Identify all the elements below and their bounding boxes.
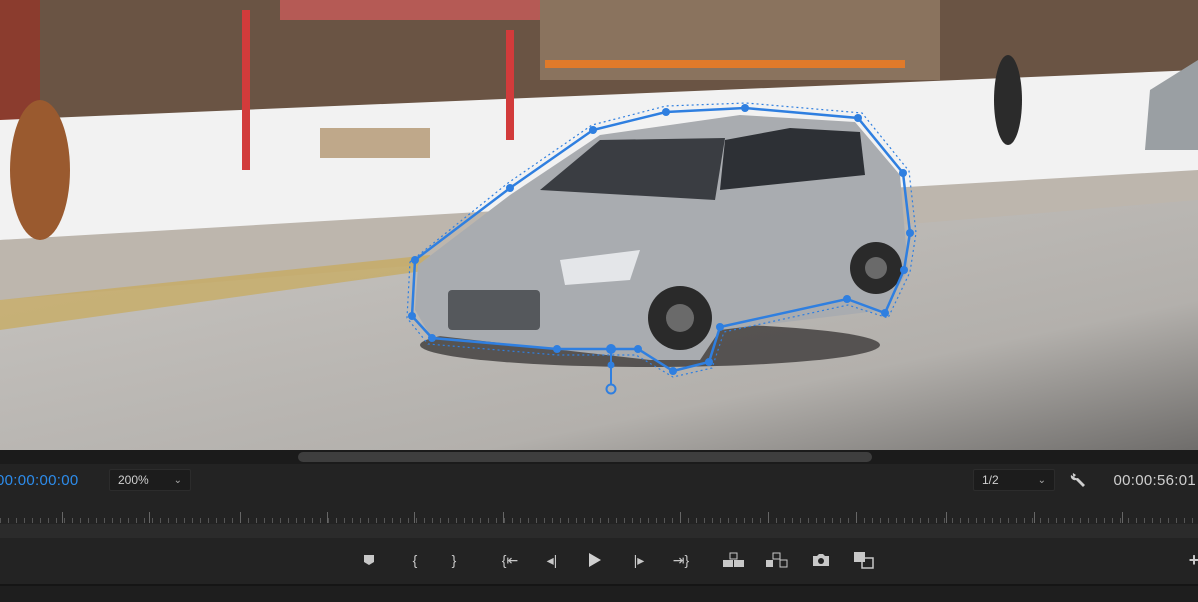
- button-editor-add-button[interactable]: +: [1182, 548, 1198, 572]
- go-to-in-button[interactable]: {⇤: [498, 548, 522, 572]
- video-frame: [0, 0, 1198, 450]
- zoom-level-value: 200%: [118, 473, 149, 487]
- scrub-bar[interactable]: [0, 524, 1198, 538]
- program-monitor-video[interactable]: [0, 0, 1198, 450]
- step-back-button[interactable]: ◂|: [540, 548, 564, 572]
- go-to-out-button[interactable]: ⇥}: [669, 548, 693, 572]
- lift-button[interactable]: [722, 548, 746, 572]
- play-button[interactable]: [583, 548, 607, 572]
- wrench-icon[interactable]: [1069, 470, 1089, 490]
- chevron-down-icon: ⌄: [1037, 474, 1046, 486]
- transport-controls: { } {⇤ ◂| |▸ ⇥} +: [0, 540, 1198, 580]
- horizontal-scrollbar[interactable]: [0, 450, 1198, 464]
- time-ruler[interactable]: [0, 506, 1198, 524]
- mark-out-button[interactable]: }: [442, 548, 466, 572]
- add-marker-button[interactable]: [357, 548, 381, 572]
- mark-in-button[interactable]: {: [403, 548, 427, 572]
- duration-timecode: 00:00:56:01: [1113, 472, 1196, 489]
- comparison-view-button[interactable]: [852, 548, 876, 572]
- chevron-down-icon: ⌄: [173, 474, 182, 486]
- playback-resolution-dropdown[interactable]: 1/2 ⌄: [973, 469, 1055, 491]
- scrollbar-thumb[interactable]: [298, 452, 872, 462]
- pedestrian: [10, 100, 70, 240]
- export-frame-button[interactable]: [809, 548, 833, 572]
- zoom-level-dropdown[interactable]: 200% ⌄: [109, 469, 191, 491]
- bottom-panel-edge: [0, 584, 1198, 602]
- extract-button[interactable]: [765, 548, 789, 572]
- step-forward-button[interactable]: |▸: [627, 548, 651, 572]
- playhead-timecode[interactable]: 00:00:00:00: [0, 472, 79, 489]
- resolution-value: 1/2: [982, 473, 999, 487]
